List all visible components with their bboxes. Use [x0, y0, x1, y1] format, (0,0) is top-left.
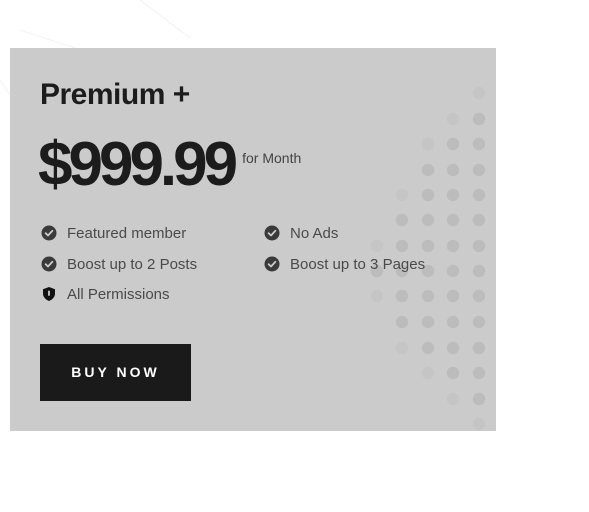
pricing-card: Premium + $999.99 for Month Featured mem… [10, 48, 496, 431]
feature-label: Featured member [67, 224, 187, 242]
feature-item: All Permissions [41, 284, 170, 304]
buy-now-button[interactable]: BUY NOW [40, 344, 191, 401]
check-circle-icon [264, 256, 280, 272]
shield-icon [43, 287, 55, 301]
feature-label: All Permissions [67, 285, 170, 303]
price-row: $999.99 for Month [38, 134, 301, 196]
feature-label: Boost up to 3 Pages [290, 255, 426, 273]
feature-item: No Ads [264, 223, 338, 243]
check-circle-icon [264, 225, 280, 241]
plan-name: Premium + [40, 78, 190, 111]
check-circle-icon [41, 225, 57, 241]
plan-price: $999.99 [38, 130, 238, 199]
feature-item: Featured member [41, 223, 186, 243]
feature-label: Boost up to 2 Posts [67, 255, 198, 273]
feature-label: No Ads [290, 224, 339, 242]
plan-period: for Month [242, 150, 302, 166]
feature-item: Boost up to 3 Pages [264, 254, 425, 274]
feature-item: Boost up to 2 Posts [41, 254, 197, 274]
check-circle-icon [41, 256, 57, 272]
pricing-section: Premium + $999.99 for Month Featured mem… [0, 0, 589, 512]
